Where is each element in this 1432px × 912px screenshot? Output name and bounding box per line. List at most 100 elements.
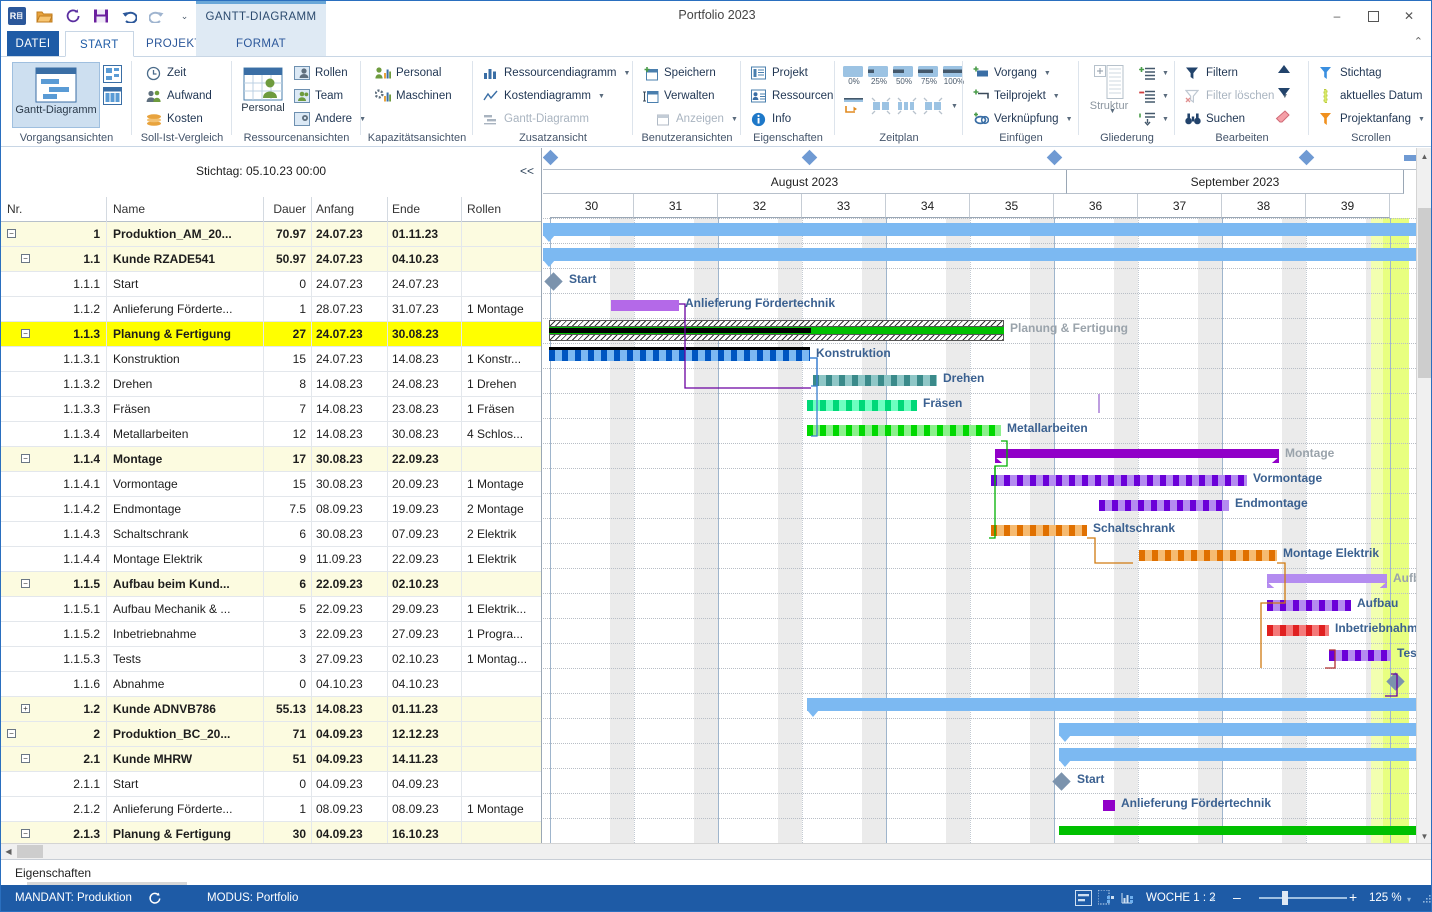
outline-collapse-button[interactable]: ▼ — [1139, 86, 1169, 107]
horizontal-scroll-thumb[interactable] — [17, 845, 43, 858]
collapse-node-icon[interactable]: − — [7, 229, 16, 238]
chevron-down-icon[interactable]: ▼ — [1066, 116, 1073, 123]
ressourcen-button[interactable]: Ressourcen — [751, 86, 833, 107]
timescale-caret-icon[interactable]: ▾ — [1211, 895, 1215, 904]
zoom-slider-track[interactable] — [1259, 897, 1347, 899]
gantt-task-bar[interactable] — [1103, 800, 1115, 811]
filter-loeschen-button[interactable]: Filter löschen ▼ — [1185, 86, 1288, 107]
filtern-button[interactable]: Filtern — [1185, 63, 1238, 84]
column-header-nr[interactable]: Nr. — [1, 197, 107, 222]
scroll-up-arrow-icon[interactable]: ▲ — [1417, 148, 1431, 165]
table-row[interactable]: 1.1.3.3 Fräsen 7 14.08.23 23.08.23 1 Fräsen — [1, 397, 541, 422]
aufwand-button[interactable]: Aufwand — [146, 86, 212, 107]
collapse-node-icon[interactable]: − — [21, 829, 30, 838]
table-view-icon[interactable] — [1097, 889, 1115, 907]
gantt-task-bar[interactable] — [991, 475, 1247, 486]
progress-50-button[interactable]: 50% — [893, 65, 915, 86]
table-row[interactable]: 1.1.4.4 Montage Elektrik 9 11.09.23 22.09.23… — [1, 547, 541, 572]
view-variant-1-button[interactable] — [103, 65, 122, 83]
vertical-scroll-thumb[interactable] — [1418, 208, 1431, 378]
zoom-out-button[interactable]: – — [1233, 889, 1241, 905]
ressourcendiagramm-button[interactable]: Ressourcendiagramm ▼ — [483, 63, 630, 84]
table-row[interactable]: 1.1.3.4 Metallarbeiten 12 14.08.23 30.08.23 4… — [1, 422, 541, 447]
schedule-forward-icon[interactable] — [844, 97, 865, 115]
progress-75-button[interactable]: 75% — [918, 65, 940, 86]
milestone-marker[interactable] — [543, 149, 559, 166]
gantt-task-bar[interactable] — [1329, 650, 1391, 661]
collapse-panel-button[interactable]: << — [520, 164, 534, 178]
table-row[interactable]: − 2.1.3 Planung & Fertigung 30 04.09.23 16.10… — [1, 822, 541, 845]
outline-expand-button[interactable]: ▼ — [1139, 63, 1169, 84]
team-button[interactable]: Team — [294, 86, 343, 107]
table-row[interactable]: − 1.1.5 Aufbau beim Kund... 6 22.09.23 02.10.… — [1, 572, 541, 597]
view-variant-2-button[interactable] — [103, 87, 122, 105]
suchen-button[interactable]: Suchen — [1185, 109, 1245, 130]
kapazitaet-personal-button[interactable]: Personal — [375, 63, 441, 84]
refresh-icon[interactable] — [145, 889, 163, 907]
zoom-slider-thumb[interactable] — [1282, 891, 1288, 905]
chevron-down-icon[interactable]: ▼ — [598, 93, 605, 100]
stichtag-button[interactable]: Stichtag — [1319, 63, 1382, 84]
tab-start[interactable]: START — [65, 31, 134, 57]
table-row[interactable]: 1.1.6 Abnahme 0 04.10.23 04.10.23 — [1, 672, 541, 697]
maximize-button[interactable] — [1355, 5, 1391, 27]
table-row[interactable]: 1.1.4.3 Schaltschrank 6 30.08.23 07.09.23 2 E… — [1, 522, 541, 547]
anzeigen-button[interactable]: Anzeigen ▼ — [655, 109, 738, 130]
gantt-task-bar[interactable] — [991, 525, 1087, 536]
scroll-up-button[interactable] — [1277, 64, 1291, 74]
scroll-down-button[interactable] — [1277, 87, 1291, 97]
table-row[interactable]: 1.1.4.2 Endmontage 7.5 08.09.23 19.09.23 2 Mo… — [1, 497, 541, 522]
gantt-diagramm-button[interactable]: Gantt-Diagramm — [12, 62, 100, 128]
timescale-label[interactable]: WOCHE 1 : 2 — [1146, 892, 1216, 904]
chevron-down-icon[interactable]: ▼ — [1044, 70, 1051, 77]
collapse-node-icon[interactable]: − — [21, 454, 30, 463]
milestone-marker[interactable] — [801, 149, 818, 166]
gantt-summary-bar[interactable] — [995, 449, 1279, 463]
table-row[interactable]: 1.1.1 Start 0 24.07.23 24.07.23 — [1, 272, 541, 297]
table-row[interactable]: −1 Produktion_AM_20... 70.97 24.07.23 01.11.… — [1, 222, 541, 247]
verknuepfung-button[interactable]: Verknüpfung ▼ — [973, 109, 1073, 130]
speichern-button[interactable]: Speichern — [643, 63, 716, 84]
expand-node-icon[interactable]: + — [21, 704, 30, 713]
table-row[interactable]: 1.1.2 Anlieferung Förderte... 1 28.07.23 31.… — [1, 297, 541, 322]
collapse-node-icon[interactable]: − — [21, 754, 30, 763]
gantt-milestone[interactable] — [544, 272, 563, 291]
table-row[interactable]: 1.1.5.3 Tests 3 27.09.23 02.10.23 1 Montag... — [1, 647, 541, 672]
tab-format[interactable]: FORMAT — [196, 31, 326, 57]
schedule-collapse-icon[interactable] — [871, 97, 891, 115]
gantt-project-bar[interactable] — [1059, 723, 1418, 742]
projektanfang-button[interactable]: Projektanfang ▼ — [1319, 109, 1425, 130]
column-header-ende[interactable]: Ende — [388, 197, 462, 222]
milestone-marker[interactable] — [1046, 149, 1063, 166]
kosten-button[interactable]: Kosten — [146, 109, 203, 130]
table-row[interactable]: − 1.1 Kunde RZADE541 50.97 24.07.23 04.10.23 — [1, 247, 541, 272]
gantt-task-bar[interactable] — [813, 375, 937, 386]
table-row[interactable]: 1.1.5.1 Aufbau Mechanik & ... 5 22.09.23 29.… — [1, 597, 541, 622]
collapse-node-icon[interactable]: − — [21, 579, 30, 588]
gantt-body[interactable]: Start Anlieferung Fördertechnik Planung & … — [543, 218, 1418, 845]
info-button[interactable]: Info — [751, 109, 791, 130]
gantt-summary-bar[interactable] — [1059, 826, 1418, 835]
zoom-caret-icon[interactable]: ▾ — [1407, 895, 1411, 904]
table-row[interactable]: 1.1.5.2 Inbetriebnahme 3 22.09.23 27.09.23 1 … — [1, 622, 541, 647]
collapse-node-icon[interactable]: − — [7, 729, 16, 738]
tab-datei[interactable]: DATEI — [7, 31, 59, 57]
chevron-down-icon[interactable]: ▼ — [1162, 70, 1169, 77]
horizontal-scrollbar[interactable]: ◀ — [1, 843, 1431, 859]
collapse-ribbon-button[interactable]: ⌃ — [1414, 35, 1423, 48]
progress-25-button[interactable]: 25% — [868, 65, 890, 86]
table-row[interactable]: −2 Produktion_BC_20... 71 04.09.23 12.12.23 — [1, 722, 541, 747]
properties-label[interactable]: Eigenschaften — [15, 866, 91, 880]
table-row[interactable]: − 1.1.4 Montage 17 30.08.23 22.09.23 — [1, 447, 541, 472]
gantt-task-bar[interactable] — [1099, 500, 1229, 511]
table-row[interactable]: +1.2 Kunde ADNVB786 55.13 14.08.23 01.11.23 — [1, 697, 541, 722]
chevron-down-icon[interactable]: ▼ — [951, 103, 958, 110]
andere-button[interactable]: Andere ▼ — [294, 109, 366, 130]
vorgang-button[interactable]: Vorgang ▼ — [973, 63, 1051, 84]
table-row[interactable]: − 1.1.3 Planung & Fertigung 27 24.07.23 30.08… — [1, 322, 541, 347]
progress-0-button[interactable]: 0% — [843, 65, 865, 86]
chevron-down-icon[interactable]: ▼ — [731, 116, 738, 123]
rollen-button[interactable]: Rollen — [294, 63, 348, 84]
vertical-scrollbar[interactable]: ▲ ▼ — [1416, 148, 1431, 845]
grip-icon[interactable] — [1419, 889, 1431, 907]
